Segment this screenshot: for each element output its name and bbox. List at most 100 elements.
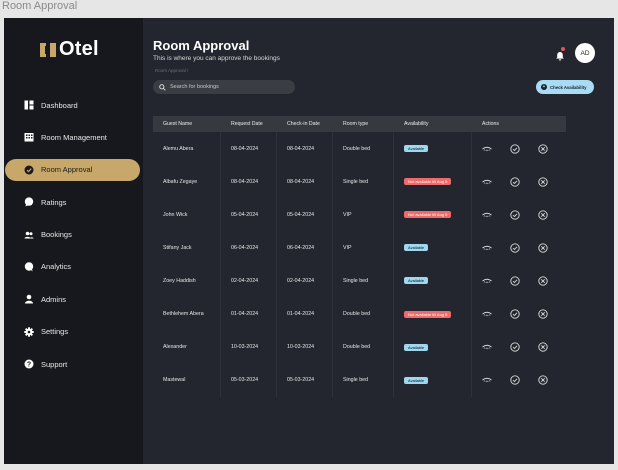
column-header[interactable]: Request Date — [221, 116, 277, 132]
bookings-table: Guest Name Request Date Check-in Date Room … — [153, 116, 566, 397]
logo-icon — [40, 42, 56, 57]
availability-badge: Available — [404, 376, 429, 384]
plus-icon: + — [541, 84, 547, 90]
view-icon[interactable] — [482, 177, 492, 187]
brand-name: Otel — [59, 38, 99, 60]
sidebar-item-analytics[interactable]: Analytics — [4, 256, 143, 278]
view-icon[interactable] — [482, 342, 492, 352]
cell-guest: Bethlehem Abera — [153, 297, 221, 331]
sidebar-item-room-management[interactable]: Room Management — [4, 126, 143, 148]
column-header[interactable]: Availability — [394, 116, 472, 132]
reject-icon[interactable] — [538, 143, 548, 154]
cell-checkin: 05-04-2024 — [277, 198, 333, 232]
view-icon[interactable] — [482, 243, 492, 253]
view-icon[interactable] — [482, 210, 492, 220]
cell-request: 02-04-2024 — [221, 264, 277, 298]
cell-actions — [472, 132, 566, 165]
search-icon — [159, 78, 166, 96]
reject-icon[interactable] — [538, 309, 548, 319]
table-row[interactable]: Alemu Abera 08-04-2024 08-04-2024 Double be… — [153, 132, 566, 166]
cell-checkin: 08-04-2024 — [277, 165, 333, 199]
check-availability-button[interactable]: + Check Availability — [536, 80, 594, 94]
cell-room: Double bed — [333, 132, 394, 166]
breadcrumb[interactable]: Room Approval / — [155, 68, 188, 73]
sidebar: Otel Dashboard Room Management Room Approv… — [4, 18, 143, 464]
cell-availability: Available — [394, 264, 472, 298]
approve-icon[interactable] — [510, 276, 520, 286]
cell-guest: Zoey Haddish — [153, 264, 221, 298]
approve-icon[interactable] — [510, 309, 520, 319]
availability-badge: Not available till Aug 5 — [404, 178, 452, 186]
users-icon — [24, 230, 34, 240]
logo[interactable]: Otel — [40, 38, 99, 61]
column-header[interactable]: Room type — [333, 116, 394, 132]
sidebar-item-support[interactable]: ? Support — [4, 353, 143, 375]
cell-availability: Available — [394, 363, 472, 397]
cell-guest: Alemu Abera — [153, 132, 221, 166]
approve-icon[interactable] — [510, 375, 520, 385]
gear-icon — [24, 327, 34, 337]
table-row[interactable]: John Wick 05-04-2024 05-04-2024 VIP Not avai… — [153, 198, 566, 232]
column-header[interactable]: Check-in Date — [277, 116, 333, 132]
availability-badge: Available — [404, 343, 429, 351]
availability-badge: Available — [404, 244, 429, 252]
approve-icon[interactable] — [510, 143, 520, 154]
cell-checkin: 10-03-2024 — [277, 330, 333, 364]
table-header: Guest Name Request Date Check-in Date Room … — [153, 116, 566, 132]
table-row[interactable]: Bethlehem Abera 01-04-2024 01-04-2024 Doubl… — [153, 297, 566, 331]
search-bar[interactable] — [153, 80, 295, 94]
frame-label: Room Approval — [2, 0, 78, 12]
help-icon: ? — [24, 359, 34, 369]
cell-guest: Alexander — [153, 330, 221, 364]
reject-icon[interactable] — [538, 176, 548, 187]
table-body: Alemu Abera 08-04-2024 08-04-2024 Double be… — [153, 132, 566, 397]
table-row[interactable]: Zoey Haddish 02-04-2024 02-04-2024 Single b… — [153, 264, 566, 298]
cell-request: 08-04-2024 — [221, 132, 277, 166]
cell-availability: Not available till Aug 5 — [394, 297, 472, 331]
search-input[interactable] — [170, 84, 290, 90]
sidebar-item-label: Support — [41, 359, 68, 369]
reject-icon[interactable] — [538, 243, 548, 253]
sidebar-item-room-approval[interactable]: Room Approval — [5, 158, 140, 181]
sidebar-item-ratings[interactable]: Ratings — [4, 191, 143, 213]
cell-request: 05-04-2024 — [221, 198, 277, 232]
view-icon[interactable] — [482, 276, 492, 286]
table-row[interactable]: Albafu Zegaye 08-04-2024 08-04-2024 Single … — [153, 165, 566, 199]
reject-icon[interactable] — [538, 276, 548, 286]
cell-room: VIP — [333, 231, 394, 265]
cell-actions — [472, 264, 566, 297]
column-header[interactable]: Actions — [472, 116, 566, 132]
sidebar-item-label: Admins — [41, 294, 67, 304]
sidebar-item-admins[interactable]: Admins — [4, 288, 143, 310]
avatar[interactable]: AD — [575, 43, 595, 63]
view-icon[interactable] — [482, 309, 492, 319]
column-header[interactable]: Guest Name — [153, 116, 221, 132]
reject-icon[interactable] — [538, 375, 548, 385]
table-row[interactable]: Alexander 10-03-2024 10-03-2024 Double bed A… — [153, 330, 566, 364]
reject-icon[interactable] — [538, 342, 548, 352]
view-icon[interactable] — [482, 144, 492, 154]
approve-icon[interactable] — [510, 210, 520, 220]
sidebar-item-settings[interactable]: Settings — [4, 321, 143, 343]
approve-icon[interactable] — [510, 243, 520, 253]
sidebar-item-dashboard[interactable]: Dashboard — [4, 94, 143, 116]
availability-badge: Available — [404, 277, 429, 285]
availability-badge: Not available till Aug 5 — [404, 211, 452, 219]
cell-request: 08-04-2024 — [221, 165, 277, 199]
cell-request: 01-04-2024 — [221, 297, 277, 331]
availability-badge: Available — [404, 145, 429, 153]
sidebar-item-bookings[interactable]: Bookings — [4, 224, 143, 246]
main-content: Room Approval This is where you can appr… — [143, 18, 614, 464]
approve-icon[interactable] — [510, 342, 520, 352]
sidebar-item-label: Dashboard — [41, 100, 78, 110]
comment-icon — [24, 262, 34, 272]
table-row[interactable]: Mastewal 05-03-2024 05-03-2024 Single bed Av… — [153, 363, 566, 397]
cell-room: Single bed — [333, 165, 394, 199]
table-row[interactable]: Stifany Jack 06-04-2024 06-04-2024 VIP Avail… — [153, 231, 566, 265]
approve-icon[interactable] — [510, 176, 520, 187]
reject-icon[interactable] — [538, 210, 548, 220]
sidebar-item-label: Settings — [41, 327, 69, 337]
sidebar-item-label: Room Approval — [41, 165, 93, 175]
cell-room: Double bed — [333, 330, 394, 364]
view-icon[interactable] — [482, 375, 492, 385]
